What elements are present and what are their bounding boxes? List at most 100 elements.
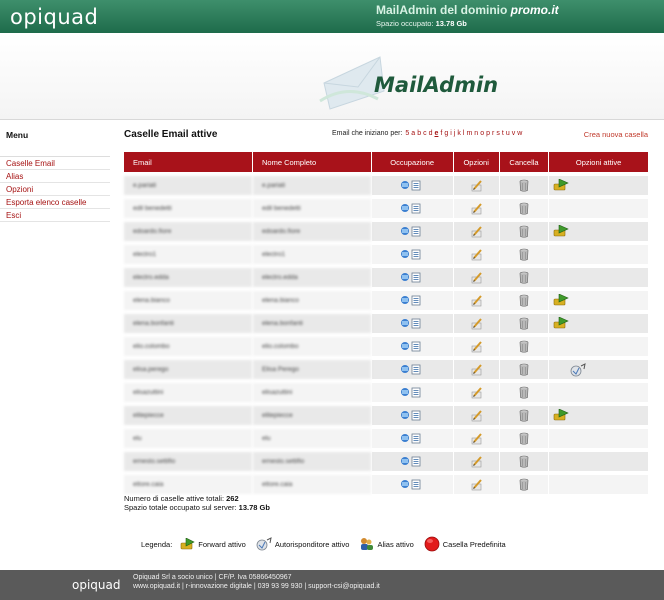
email-cell[interactable]: elisa.perego <box>124 360 252 379</box>
email-cell[interactable]: elio.colombo <box>124 337 252 356</box>
edit-options-icon[interactable] <box>470 478 483 491</box>
usage-icon[interactable] <box>400 180 424 191</box>
sidebar-item-opzioni[interactable]: Opzioni <box>0 183 110 196</box>
letter-link-w[interactable]: w <box>517 130 522 137</box>
letter-link-m[interactable]: m <box>466 130 472 137</box>
banner-title: MailAdmin <box>374 73 499 97</box>
letter-link-k[interactable]: k <box>457 130 461 137</box>
usage-icon[interactable] <box>400 203 424 214</box>
delete-icon[interactable] <box>519 455 529 468</box>
email-cell[interactable]: elu <box>124 429 252 448</box>
opiquad-logo[interactable]: opiquad <box>10 5 98 29</box>
email-cell[interactable]: edil benedetti <box>124 199 252 218</box>
delete-icon[interactable] <box>519 248 529 261</box>
edit-options-icon[interactable] <box>470 317 483 330</box>
forward-icon <box>553 179 569 191</box>
full-name-cell: elena.bonfanti <box>252 314 371 333</box>
edit-options-icon[interactable] <box>470 225 483 238</box>
create-mailbox-link[interactable]: Crea nuova casella <box>584 130 648 139</box>
email-cell[interactable]: ernesto.settifio <box>124 452 252 471</box>
delete-icon[interactable] <box>519 271 529 284</box>
letter-link-v[interactable]: v <box>512 130 516 137</box>
usage-icon[interactable] <box>400 226 424 237</box>
edit-options-icon[interactable] <box>470 271 483 284</box>
letter-link-p[interactable]: p <box>486 130 490 137</box>
delete-icon[interactable] <box>519 179 529 192</box>
edit-options-icon[interactable] <box>470 294 483 307</box>
email-cell[interactable]: e.pariati <box>124 176 252 195</box>
usage-icon[interactable] <box>400 318 424 329</box>
table-row: edil benedetti edil benedetti <box>124 199 648 218</box>
delete-icon[interactable] <box>519 317 529 330</box>
delete-icon[interactable] <box>519 202 529 215</box>
letter-link-d[interactable]: d <box>429 130 433 137</box>
delete-icon[interactable] <box>519 432 529 445</box>
delete-icon[interactable] <box>519 225 529 238</box>
delete-cell <box>499 475 549 494</box>
full-name-cell: elio.colombo <box>252 337 371 356</box>
usage-icon[interactable] <box>400 433 424 444</box>
delete-icon[interactable] <box>519 478 529 491</box>
edit-options-icon[interactable] <box>470 179 483 192</box>
delete-icon[interactable] <box>519 386 529 399</box>
letter-link-u[interactable]: u <box>506 130 510 137</box>
delete-icon[interactable] <box>519 294 529 307</box>
edit-options-icon[interactable] <box>470 409 483 422</box>
usage-icon[interactable] <box>400 295 424 306</box>
active-options-cell <box>549 245 648 264</box>
letter-link-i[interactable]: i <box>450 130 452 137</box>
usage-icon[interactable] <box>400 249 424 260</box>
usage-icon[interactable] <box>400 272 424 283</box>
usage-icon[interactable] <box>400 364 424 375</box>
edit-options-icon[interactable] <box>470 363 483 376</box>
letter-link-l[interactable]: l <box>463 130 465 137</box>
letter-link-f[interactable]: f <box>440 130 442 137</box>
footer: opiquad Opiquad Srl a socio unico | CF/P… <box>0 570 664 600</box>
edit-options-icon[interactable] <box>470 432 483 445</box>
sidebar-item-esporta[interactable]: Esporta elenco caselle <box>0 196 110 209</box>
edit-options-icon[interactable] <box>470 248 483 261</box>
email-cell[interactable]: elitepiecce <box>124 406 252 425</box>
usage-icon[interactable] <box>400 387 424 398</box>
delete-icon[interactable] <box>519 363 529 376</box>
sidebar-item-caselle-email[interactable]: Caselle Email <box>0 157 110 170</box>
delete-icon[interactable] <box>519 409 529 422</box>
letter-link-n[interactable]: n <box>474 130 478 137</box>
usage-icon[interactable] <box>400 410 424 421</box>
email-cell[interactable]: elena.bonfanti <box>124 314 252 333</box>
footer-contact-line[interactable]: www.opiquad.it | r-innovazione digitale … <box>133 582 380 591</box>
sidebar: Menu Caselle Email Alias Opzioni Esporta… <box>0 120 110 222</box>
email-cell[interactable]: ettore.caia <box>124 475 252 494</box>
usage-icon[interactable] <box>400 456 424 467</box>
sidebar-item-esci[interactable]: Esci <box>0 209 110 222</box>
email-cell[interactable]: elena.bianco <box>124 291 252 310</box>
email-cell[interactable]: edoardo.fiore <box>124 222 252 241</box>
letter-link-5[interactable]: 5 <box>405 130 409 137</box>
usage-icon[interactable] <box>400 341 424 352</box>
delete-icon[interactable] <box>519 340 529 353</box>
usage-cell <box>371 360 453 379</box>
email-cell[interactable]: electro.edda <box>124 268 252 287</box>
letter-link-o[interactable]: o <box>480 130 484 137</box>
sidebar-item-alias[interactable]: Alias <box>0 170 110 183</box>
email-cell[interactable]: electro1 <box>124 245 252 264</box>
letter-link-b[interactable]: b <box>417 130 421 137</box>
space-used: Spazio occupato: 13.78 Gb <box>376 19 467 28</box>
edit-options-icon[interactable] <box>470 386 483 399</box>
edit-options-icon[interactable] <box>470 340 483 353</box>
usage-icon[interactable] <box>400 479 424 490</box>
letter-link-g[interactable]: g <box>444 130 448 137</box>
letter-link-e[interactable]: e <box>435 130 439 137</box>
mailbox-table: Email Nome Completo Occupazione Opzioni … <box>123 148 649 498</box>
letter-link-t[interactable]: t <box>502 130 504 137</box>
options-cell <box>453 475 499 494</box>
edit-options-icon[interactable] <box>470 455 483 468</box>
edit-options-icon[interactable] <box>470 202 483 215</box>
email-cell[interactable]: elisazuttini <box>124 383 252 402</box>
letter-link-r[interactable]: r <box>492 130 494 137</box>
letter-link-s[interactable]: s <box>496 130 500 137</box>
letter-link-j[interactable]: j <box>454 130 456 137</box>
table-row: elio.colombo elio.colombo <box>124 337 648 356</box>
letter-link-c[interactable]: c <box>423 130 427 137</box>
letter-link-a[interactable]: a <box>411 130 415 137</box>
